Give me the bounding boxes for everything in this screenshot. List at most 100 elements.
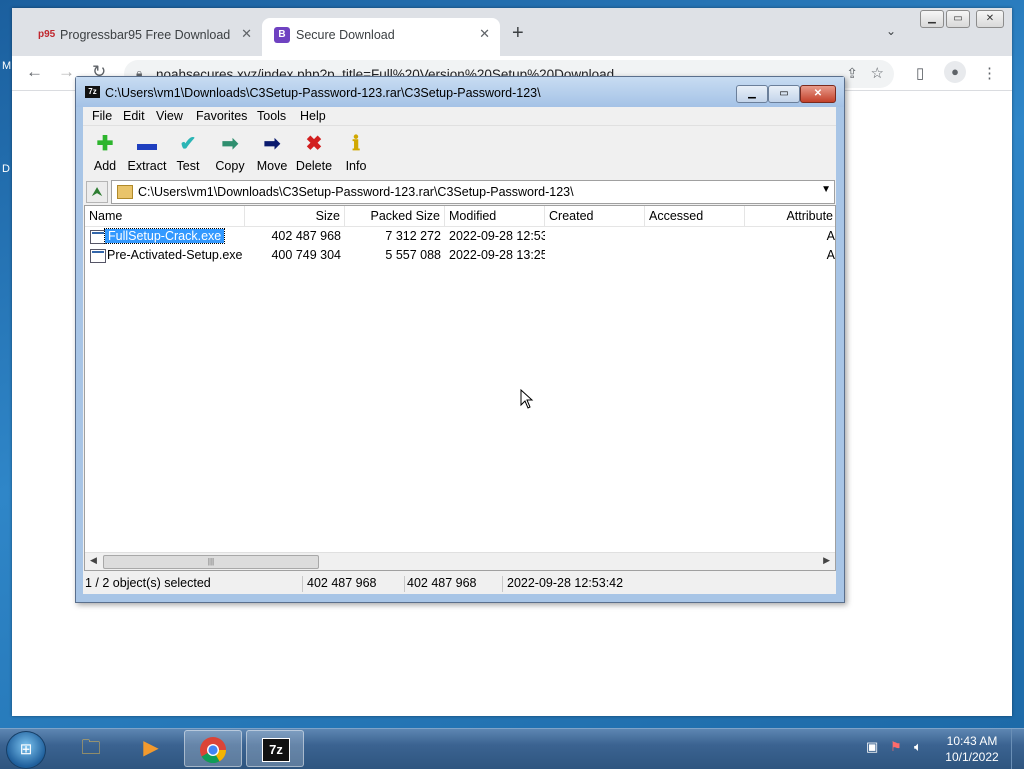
sevenzip-window: 7z C:\Users\vm1\Downloads\C3Setup-Passwo… [75,76,845,603]
table-row[interactable]: FullSetup-Crack.exe 402 487 968 7 312 27… [85,227,835,246]
sevenzip-toolbar: ✚ Add ▬ Extract ✔ Test ➡ Copy ➡ Move ✖ D… [83,127,836,177]
menu-help[interactable]: Help [300,109,326,123]
network-icon[interactable]: ▣ [866,739,878,755]
minimize-icon[interactable]: ▁ [920,10,944,28]
system-clock[interactable]: 10:43 AM 10/1/2022 [936,733,1008,765]
check-icon: ✔ [179,133,197,155]
progressbar95-favicon-icon: p95 [38,29,56,40]
delete-button[interactable]: ✖ Delete [292,131,336,177]
close-button[interactable]: ✕ [800,85,836,103]
maximize-icon[interactable]: ▭ [946,10,970,28]
taskbar-explorer[interactable]: 🗀︎ [62,730,120,767]
tab-title: Progressbar95 Free Download (W [60,28,230,42]
scrollbar-thumb[interactable]: ||| [103,555,319,569]
arrow-right-icon: ➡ [263,133,281,155]
close-icon[interactable]: ✕ [976,10,1004,28]
add-button[interactable]: ✚ Add [83,131,127,177]
menu-view[interactable]: View [156,109,183,123]
menu-bar: File Edit View Favorites Tools Help [83,107,836,126]
tab-title: Secure Download [296,28,395,42]
taskbar: ⊞ 🗀︎ ▶ 7z ▣ ⚑ 🔈︎ 10:43 AM 10/1/2022 [0,728,1024,769]
column-size[interactable]: Size [245,206,345,226]
volume-icon[interactable]: 🔈︎ [914,739,922,755]
column-modified[interactable]: Modified [445,206,545,226]
test-label: Test [176,159,200,173]
menu-file[interactable]: File [92,109,112,123]
show-desktop-button[interactable] [1011,729,1024,769]
media-player-icon: ▶ [143,737,159,759]
file-packed-size: 7 312 272 [385,229,441,243]
minimize-button[interactable]: ▁ [736,85,768,103]
taskbar-media-player[interactable]: ▶ [122,730,180,767]
menu-kebab-icon[interactable]: ⋮ [982,64,997,82]
path-combobox[interactable]: C:\Users\vm1\Downloads\C3Setup-Password-… [111,180,835,204]
desktop-icon-label[interactable]: D [2,163,10,175]
chrome-icon [200,737,227,764]
windows-logo-icon: ⊞ [19,741,33,758]
chevron-down-icon[interactable]: ⌄ [886,24,896,38]
folder-icon: 🗀︎ [81,737,101,759]
sevenzip-logo-icon: 7z [85,86,100,98]
file-attribute: A [826,229,835,243]
table-row[interactable]: Pre-Activated-Setup.exe 400 749 304 5 55… [85,246,835,265]
action-center-flag-icon[interactable]: ⚑ [890,739,902,755]
info-label: Info [345,159,367,173]
plus-icon: ✚ [96,133,114,155]
move-button[interactable]: ➡ Move [250,131,294,177]
new-tab-icon[interactable]: + [512,22,524,45]
file-name-cell: FullSetup-Crack.exe [103,227,245,246]
horizontal-scrollbar[interactable]: ◀ ||| ▶ [85,552,835,570]
menu-edit[interactable]: Edit [123,109,145,123]
browser-window-controls: ▁ ▭ ✕ [920,10,1004,30]
start-button[interactable]: ⊞ [6,731,46,769]
scroll-right-icon[interactable]: ▶ [823,555,830,566]
share-icon[interactable]: ⇪ [846,65,858,82]
extract-button[interactable]: ▬ Extract [125,131,169,177]
copy-label: Copy [215,159,245,173]
file-list[interactable]: Name Size Packed Size Modified Created A… [84,205,836,571]
column-packed-size[interactable]: Packed Size [345,206,445,226]
move-label: Move [256,159,288,173]
menu-tools[interactable]: Tools [257,109,286,123]
column-header: Name Size Packed Size Modified Created A… [85,206,835,227]
tab-secure-download[interactable]: B Secure Download ✕ [262,18,500,56]
copy-button[interactable]: ➡ Copy [208,131,252,177]
delete-label: Delete [295,159,333,173]
side-panel-icon[interactable]: ▯ [916,64,924,82]
column-accessed[interactable]: Accessed [645,206,745,226]
column-name[interactable]: Name [85,206,245,226]
clock-date: 10/1/2022 [945,750,999,764]
sevenzip-taskbar-icon: 7z [262,738,290,762]
desktop-icon-label[interactable]: M [2,60,11,72]
forward-icon[interactable]: → [58,62,75,82]
tab-close-icon[interactable]: ✕ [241,26,252,42]
info-button[interactable]: ℹ Info [334,131,378,177]
address-row: ⮝ C:\Users\vm1\Downloads\C3Setup-Passwor… [83,179,836,204]
clock-time: 10:43 AM [946,734,998,748]
up-folder-icon[interactable]: ⮝ [86,181,108,203]
current-path: C:\Users\vm1\Downloads\C3Setup-Password-… [138,185,574,199]
taskbar-chrome[interactable] [184,730,242,767]
menu-favorites[interactable]: Favorites [196,109,247,123]
column-created[interactable]: Created [545,206,645,226]
file-modified: 2022-09-28 12:53 [449,229,545,243]
profile-avatar-icon[interactable]: ● [944,61,966,83]
file-packed-size: 5 557 088 [385,248,441,262]
tab-progressbar95[interactable]: p95 Progressbar95 Free Download (W ✕ [26,18,262,56]
dropdown-arrow-icon[interactable]: ▼ [821,184,831,195]
test-button[interactable]: ✔ Test [166,131,210,177]
taskbar-7zip[interactable]: 7z [246,730,304,767]
column-attributes[interactable]: Attribute [745,206,835,226]
maximize-button[interactable]: ▭ [768,85,800,103]
sevenzip-titlebar[interactable]: 7z C:\Users\vm1\Downloads\C3Setup-Passwo… [76,77,844,107]
status-selection: 1 / 2 object(s) selected [85,576,303,592]
file-modified: 2022-09-28 13:25 [449,248,545,262]
file-attribute: A [826,248,835,262]
status-packed: 402 487 968 [407,576,503,592]
back-icon[interactable]: ← [26,62,43,82]
tab-close-icon[interactable]: ✕ [479,26,490,42]
window-title: C:\Users\vm1\Downloads\C3Setup-Password-… [105,86,541,100]
bookmark-star-icon[interactable]: ☆ [871,64,884,82]
scroll-left-icon[interactable]: ◀ [90,555,97,566]
file-size: 400 749 304 [271,248,341,262]
